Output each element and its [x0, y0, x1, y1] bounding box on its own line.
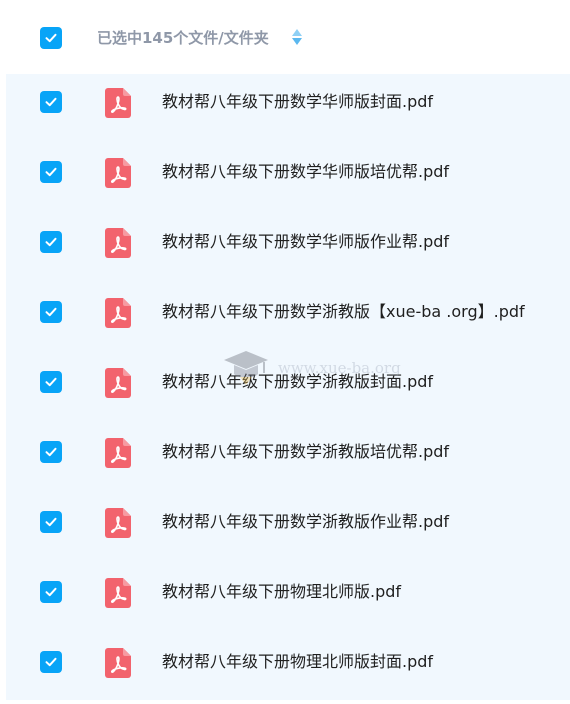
file-checkbox[interactable] [40, 231, 62, 253]
checkmark-icon [45, 167, 57, 177]
file-checkbox[interactable] [40, 161, 62, 183]
file-row[interactable]: 教材帮八年级下册数学华师版封面.pdf [6, 74, 570, 144]
file-name: 教材帮八年级下册数学浙教版封面.pdf [162, 372, 434, 391]
file-name: 教材帮八年级下册物理北师版封面.pdf [162, 652, 434, 671]
checkmark-icon [45, 587, 57, 597]
file-checkbox[interactable] [40, 301, 62, 323]
pdf-file-icon [105, 438, 131, 468]
file-checkbox[interactable] [40, 651, 62, 673]
file-name: 教材帮八年级下册数学浙教版培优帮.pdf [162, 442, 450, 461]
pdf-file-icon [105, 578, 131, 608]
checkmark-icon [45, 97, 57, 107]
file-row[interactable]: 教材帮八年级下册数学浙教版培优帮.pdf [6, 424, 570, 494]
pdf-file-icon [105, 158, 131, 188]
file-row[interactable]: 教材帮八年级下册数学华师版作业帮.pdf [6, 214, 570, 284]
file-row[interactable]: 教材帮八年级下册数学浙教版【xue-ba .org】.pdf [6, 284, 570, 354]
pdf-file-icon [105, 298, 131, 328]
file-row[interactable]: 教材帮八年级下册数学浙教版作业帮.pdf [6, 494, 570, 564]
pdf-file-icon [105, 228, 131, 258]
file-list: 教材帮八年级下册数学华师版封面.pdf 教材帮八年级下册数学华师版培优帮.pdf 教… [6, 74, 570, 700]
checkmark-icon [45, 377, 57, 387]
file-checkbox[interactable] [40, 441, 62, 463]
checkmark-icon [45, 447, 57, 457]
file-checkbox[interactable] [40, 511, 62, 533]
file-list-header: 已选中145个文件/文件夹 [0, 0, 570, 74]
file-name: 教材帮八年级下册数学华师版封面.pdf [162, 92, 434, 111]
file-name: 教材帮八年级下册数学浙教版作业帮.pdf [162, 512, 450, 531]
pdf-file-icon [105, 648, 131, 678]
pdf-file-icon [105, 88, 131, 118]
file-name: 教材帮八年级下册数学华师版作业帮.pdf [162, 232, 450, 251]
select-all-checkbox[interactable] [40, 27, 62, 49]
selection-count-label: 已选中145个文件/文件夹 [97, 29, 269, 47]
checkmark-icon [45, 657, 57, 667]
file-row[interactable]: 教材帮八年级下册数学华师版培优帮.pdf [6, 144, 570, 214]
file-checkbox[interactable] [40, 91, 62, 113]
sort-icon[interactable] [291, 28, 303, 46]
checkmark-icon [45, 33, 57, 43]
file-row[interactable]: 教材帮八年级下册物理北师版.pdf [6, 564, 570, 634]
file-row[interactable]: 教材帮八年级下册物理北师版封面.pdf [6, 634, 570, 704]
file-row[interactable]: 教材帮八年级下册数学浙教版封面.pdf [6, 354, 570, 424]
file-checkbox[interactable] [40, 371, 62, 393]
checkmark-icon [45, 307, 57, 317]
file-name: 教材帮八年级下册物理北师版.pdf [162, 582, 402, 601]
pdf-file-icon [105, 508, 131, 538]
checkmark-icon [45, 237, 57, 247]
file-name: 教材帮八年级下册数学浙教版【xue-ba .org】.pdf [162, 302, 525, 321]
file-name: 教材帮八年级下册数学华师版培优帮.pdf [162, 162, 450, 181]
checkmark-icon [45, 517, 57, 527]
pdf-file-icon [105, 368, 131, 398]
file-checkbox[interactable] [40, 581, 62, 603]
